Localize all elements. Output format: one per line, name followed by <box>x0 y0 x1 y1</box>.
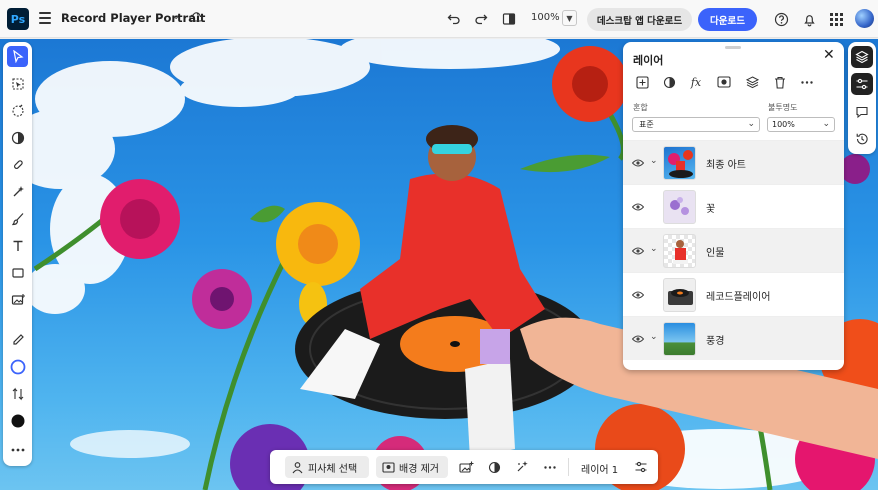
zoom-dropdown[interactable]: ▼ <box>562 10 577 26</box>
layer-properties-icon[interactable] <box>632 458 650 476</box>
fx-icon[interactable]: fx <box>687 73 705 91</box>
layer-thumbnail <box>663 322 696 356</box>
current-layer-label[interactable]: 레이어 1 <box>581 461 618 476</box>
visibility-eye-icon[interactable] <box>631 289 645 302</box>
layer-thumbnail <box>663 234 696 268</box>
shape-tool-icon[interactable] <box>7 262 28 283</box>
chevron-down-icon: ⌄ <box>822 119 830 129</box>
layer-name: 최종 아트 <box>706 160 746 171</box>
layer-row[interactable]: 레코드플레이어 <box>623 272 844 316</box>
layer-thumbnail <box>663 190 696 224</box>
stack-icon[interactable] <box>743 73 761 91</box>
undo-icon[interactable] <box>444 9 464 29</box>
expand-chevron-icon[interactable]: ⌄ <box>650 332 658 342</box>
contextual-taskbar: 피사체 선택 배경 제거 레이어 1 <box>270 450 658 484</box>
type-tool-icon[interactable] <box>7 235 28 256</box>
add-image-icon[interactable] <box>457 458 475 476</box>
more-icon[interactable] <box>541 458 559 476</box>
trash-icon[interactable] <box>771 73 789 91</box>
adjustment-icon[interactable] <box>660 73 678 91</box>
move-tool-icon[interactable] <box>7 46 28 67</box>
visibility-eye-icon[interactable] <box>631 245 645 258</box>
comments-icon[interactable] <box>851 101 873 123</box>
panel-title: 레이어 <box>633 54 664 67</box>
document-title[interactable]: Record Player Portrait <box>61 11 205 25</box>
layer-name: 인물 <box>706 248 725 259</box>
history-icon[interactable] <box>851 128 873 150</box>
visibility-eye-icon[interactable] <box>631 157 645 170</box>
adjustment-icon[interactable] <box>485 458 503 476</box>
divider <box>568 458 569 476</box>
mask-icon[interactable] <box>715 73 733 91</box>
panel-drag-handle[interactable] <box>725 46 741 49</box>
remove-background-icon <box>382 461 395 473</box>
more-icon[interactable] <box>798 73 816 91</box>
generative-fill-icon[interactable] <box>513 458 531 476</box>
visibility-eye-icon[interactable] <box>631 201 645 214</box>
download-desktop-app-button[interactable]: 데스크탑 앱 다운로드 <box>587 8 692 31</box>
opacity-select[interactable]: 100% ⌄ <box>767 117 835 132</box>
opacity-label: 불투명도 <box>768 103 798 112</box>
blend-mode-value: 표준 <box>639 120 654 129</box>
adjustment-tool-icon[interactable] <box>7 127 28 148</box>
layer-row[interactable]: ⌄ 풍경 <box>623 316 844 360</box>
foreground-color-swatch[interactable] <box>7 410 28 431</box>
tools-toolbar <box>3 42 32 466</box>
download-button[interactable]: 다운로드 <box>698 8 757 31</box>
healing-tool-icon[interactable] <box>7 154 28 175</box>
color-circle-icon[interactable] <box>7 356 28 377</box>
generative-tool-icon[interactable] <box>7 181 28 202</box>
blend-mode-label: 혼합 <box>633 103 648 112</box>
eyedropper-tool-icon[interactable] <box>7 329 28 350</box>
properties-panel-icon[interactable] <box>851 73 873 95</box>
right-panel-rail <box>848 42 876 154</box>
chevron-down-icon: ⌄ <box>747 119 755 129</box>
redo-icon[interactable] <box>471 9 491 29</box>
avatar[interactable] <box>855 9 874 28</box>
select-subject-label: 피사체 선택 <box>308 463 358 475</box>
swap-colors-icon[interactable] <box>7 383 28 404</box>
add-image-tool-icon[interactable] <box>7 289 28 310</box>
top-bar: Ps Record Player Portrait ⌄ 100% ▼ 데스크탑 … <box>0 0 878 38</box>
layer-name: 풍경 <box>706 336 725 347</box>
more-tools-icon[interactable] <box>7 439 28 460</box>
person-select-icon <box>292 461 303 473</box>
remove-background-button[interactable]: 배경 제거 <box>376 456 448 478</box>
layers-panel: 레이어 ✕ fx 혼합 불투명도 표준 ⌄ 100% ⌄ ⌄ 최종 아트 꽃 ⌄… <box>623 42 844 370</box>
brush-tool-icon[interactable] <box>7 208 28 229</box>
layer-row[interactable]: 꽃 <box>623 184 844 228</box>
opacity-value: 100% <box>772 120 795 129</box>
select-subject-button[interactable]: 피사체 선택 <box>285 456 369 478</box>
layer-thumbnail <box>663 146 696 180</box>
select-tool-icon[interactable] <box>7 73 28 94</box>
apps-grid-icon[interactable] <box>826 9 846 29</box>
menu-icon[interactable] <box>39 12 51 24</box>
layer-list: ⌄ 최종 아트 꽃 ⌄ 인물 레코드플레이어 ⌄ 풍경 <box>623 140 844 360</box>
visibility-eye-icon[interactable] <box>631 333 645 346</box>
layer-name: 꽃 <box>706 204 716 215</box>
help-icon[interactable] <box>771 9 791 29</box>
close-icon[interactable]: ✕ <box>823 47 835 63</box>
notifications-icon[interactable] <box>799 9 819 29</box>
layers-panel-icon[interactable] <box>851 46 873 68</box>
chevron-down-icon[interactable]: ⌄ <box>172 11 180 22</box>
layer-row[interactable]: ⌄ 인물 <box>623 228 844 272</box>
add-layer-icon[interactable] <box>633 73 651 91</box>
layer-name: 레코드플레이어 <box>706 292 771 303</box>
remove-background-label: 배경 제거 <box>399 463 439 475</box>
compare-icon[interactable] <box>499 9 519 29</box>
zoom-level: 100% <box>531 12 560 23</box>
expand-chevron-icon[interactable]: ⌄ <box>650 156 658 166</box>
photoshop-logo[interactable]: Ps <box>7 8 29 30</box>
cloud-icon[interactable] <box>189 10 204 27</box>
layer-row[interactable]: ⌄ 최종 아트 <box>623 140 844 184</box>
blend-mode-select[interactable]: 표준 ⌄ <box>632 117 760 132</box>
quick-select-tool-icon[interactable] <box>7 100 28 121</box>
expand-chevron-icon[interactable]: ⌄ <box>650 244 658 254</box>
layer-thumbnail <box>663 278 696 312</box>
